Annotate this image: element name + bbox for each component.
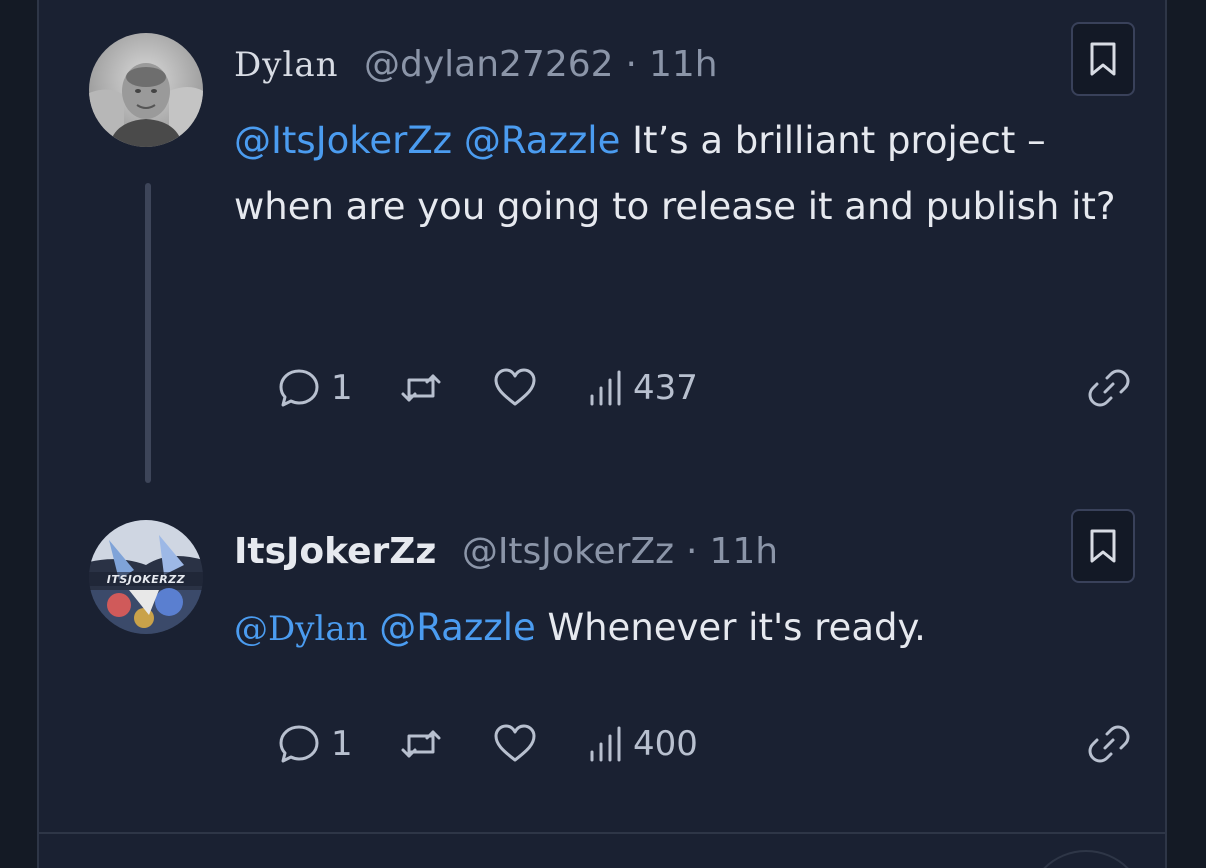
separator-dot: · [686, 531, 698, 572]
bookmark-button[interactable] [1071, 22, 1135, 96]
post-divider [39, 832, 1165, 834]
reply-button[interactable]: 1 [277, 719, 353, 769]
action-bar: 1 [237, 363, 1130, 413]
mention-link[interactable]: @Razzle [464, 119, 620, 162]
mention-link[interactable]: @ItsJokerZz [234, 119, 452, 162]
reply-post[interactable]: ITSJOKERZZ ItsJokerZz @ItsJokerZz · 11h @D… [39, 500, 1169, 832]
thread-column: Dylan @dylan27262 · 11h @ItsJokerZz @Razzl… [37, 0, 1167, 868]
display-name[interactable]: ItsJokerZz [234, 531, 436, 572]
post-header: Dylan @dylan27262 · 11h [234, 44, 718, 86]
timestamp[interactable]: 11h [649, 44, 718, 85]
thread-connector-line [145, 183, 151, 483]
repost-icon [401, 730, 441, 758]
action-bar: 1 [237, 719, 1130, 769]
repost-icon [401, 374, 441, 402]
avatar-photo [89, 33, 203, 147]
avatar[interactable]: ITSJOKERZZ [89, 520, 203, 634]
link-icon [1088, 369, 1130, 407]
next-post-avatar-edge [1026, 850, 1146, 868]
post-body-text: Whenever it's ready. [547, 606, 926, 649]
link-icon [1088, 725, 1130, 763]
comment-icon [279, 725, 319, 763]
share-link-button[interactable] [1085, 719, 1133, 769]
post-text: @ItsJokerZz @Razzle It’s a brilliant pro… [234, 108, 1124, 240]
display-name[interactable]: Dylan [234, 45, 339, 85]
avatar[interactable] [89, 33, 203, 147]
like-button[interactable] [492, 363, 538, 413]
heart-icon [494, 724, 536, 762]
bar-chart-icon [590, 726, 621, 762]
post-header: ItsJokerZz @ItsJokerZz · 11h [234, 532, 778, 572]
mention-link[interactable]: @Dylan [234, 609, 368, 649]
views-button[interactable]: 400 [587, 719, 698, 769]
repost-button[interactable] [397, 363, 445, 413]
reply-count: 1 [331, 368, 353, 408]
timestamp[interactable]: 11h [709, 531, 778, 572]
like-button[interactable] [492, 719, 538, 769]
bookmark-button[interactable] [1071, 509, 1135, 583]
bookmark-icon [1090, 529, 1116, 563]
view-count: 437 [633, 368, 698, 408]
app-root: Dylan @dylan27262 · 11h @ItsJokerZz @Razzl… [0, 0, 1206, 868]
user-handle[interactable]: @ItsJokerZz [462, 531, 674, 572]
post-text: @Dylan @Razzle Whenever it's ready. [234, 595, 1124, 662]
bookmark-icon [1090, 42, 1116, 76]
user-handle[interactable]: @dylan27262 [364, 44, 614, 85]
mention-link[interactable]: @Razzle [379, 606, 535, 649]
repost-button[interactable] [397, 719, 445, 769]
share-link-button[interactable] [1085, 363, 1133, 413]
avatar-image: ITSJOKERZZ [89, 520, 203, 634]
bar-chart-icon [590, 370, 621, 406]
views-button[interactable]: 437 [587, 363, 698, 413]
reply-count: 1 [331, 724, 353, 764]
comment-icon [279, 369, 319, 407]
reply-post[interactable]: Dylan @dylan27262 · 11h @ItsJokerZz @Razzl… [39, 0, 1169, 500]
avatar-text: ITSJOKERZZ [107, 573, 186, 586]
reply-button[interactable]: 1 [277, 363, 353, 413]
separator-dot: · [625, 44, 637, 85]
view-count: 400 [633, 724, 698, 764]
heart-icon [494, 368, 536, 406]
